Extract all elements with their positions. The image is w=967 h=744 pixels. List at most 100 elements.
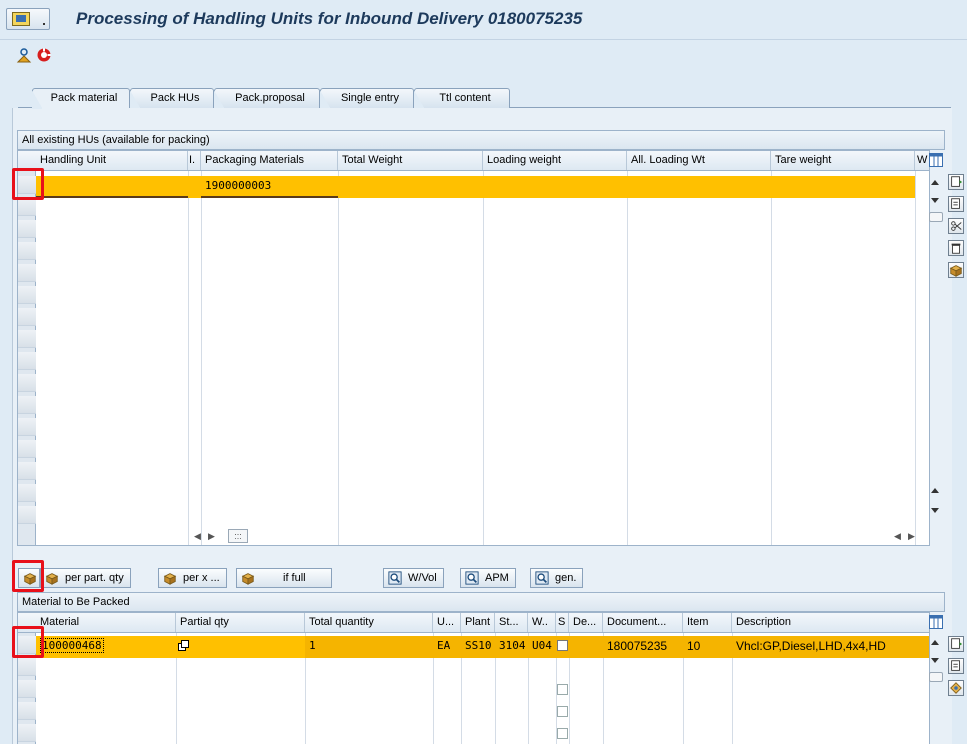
col-partial-qty[interactable]: Partial qty: [176, 613, 305, 632]
box-icon[interactable]: [948, 262, 964, 278]
row-selector[interactable]: [18, 286, 36, 304]
row-selector[interactable]: [18, 330, 36, 348]
column-settings-icon[interactable]: [929, 615, 943, 629]
scroll-left-icon[interactable]: ◀: [194, 531, 201, 542]
row-selector[interactable]: [18, 198, 36, 216]
col-loading-weight[interactable]: Loading weight: [483, 151, 627, 170]
row-selector[interactable]: [18, 418, 36, 436]
delete-icon[interactable]: [948, 240, 964, 256]
tab-pack-hus[interactable]: Pack HUs: [130, 88, 214, 109]
cell-i[interactable]: [188, 176, 201, 198]
scroll-thumb[interactable]: [929, 212, 943, 222]
row-selector[interactable]: [18, 220, 36, 238]
cell-s[interactable]: [556, 636, 569, 658]
row-selector[interactable]: [18, 462, 36, 480]
row-selector[interactable]: [18, 374, 36, 392]
tab-ttl-content[interactable]: Ttl content: [414, 88, 510, 109]
cell-loading-weight[interactable]: [483, 176, 627, 198]
row-selector[interactable]: [18, 242, 36, 260]
deselect-all-icon[interactable]: [948, 658, 964, 674]
scroll-up-icon[interactable]: [931, 488, 939, 493]
horizontal-scrollbar-right[interactable]: ◀ ▶: [894, 529, 924, 543]
checkbox[interactable]: [557, 640, 568, 651]
col-w[interactable]: W: [915, 151, 929, 170]
scroll-thumb[interactable]: :::: [228, 529, 248, 543]
person-icon[interactable]: [16, 47, 32, 63]
scroll-down-icon[interactable]: [931, 658, 939, 663]
col-document[interactable]: Document...: [603, 613, 683, 632]
row-selector[interactable]: [18, 352, 36, 370]
material-vertical-scrollbar[interactable]: [929, 636, 943, 696]
system-menu-button[interactable]: [6, 8, 50, 30]
col-unit[interactable]: U...: [433, 613, 461, 632]
find-wvol-button[interactable]: W/Vol: [383, 568, 444, 588]
checkbox[interactable]: [557, 706, 568, 717]
column-settings-icon[interactable]: [929, 153, 943, 167]
settings-icon[interactable]: [948, 680, 964, 696]
checkbox[interactable]: [557, 728, 568, 739]
find-apm-button[interactable]: APM: [460, 568, 516, 588]
col-tare-weight[interactable]: Tare weight: [771, 151, 915, 170]
scroll-thumb[interactable]: [929, 672, 943, 682]
row-selector[interactable]: [18, 440, 36, 458]
highlight-box: [12, 626, 44, 658]
cell-packaging-materials[interactable]: 1900000003: [201, 176, 338, 198]
row-selector[interactable]: [18, 724, 36, 742]
pack-per-part-qty-button[interactable]: per part. qty: [40, 568, 131, 588]
row-selector[interactable]: [18, 506, 36, 524]
col-total-quantity[interactable]: Total quantity: [305, 613, 433, 632]
horizontal-scrollbar[interactable]: ◀ ▶ :::: [194, 529, 254, 543]
hu-vertical-scrollbar[interactable]: [929, 176, 943, 546]
col-material[interactable]: Material: [36, 613, 176, 632]
find-gen-button[interactable]: gen.: [530, 568, 584, 588]
copy-icon[interactable]: [178, 640, 190, 652]
lifebuoy-icon[interactable]: [36, 47, 52, 63]
select-all-icon[interactable]: [948, 636, 964, 652]
cell-handling-unit[interactable]: [36, 176, 188, 198]
table-row[interactable]: 100000468 1 EA SS10 3104 U04 180075235 1…: [36, 636, 929, 658]
deselect-all-icon[interactable]: [948, 196, 964, 212]
select-all-icon[interactable]: [948, 174, 964, 190]
split-icon[interactable]: [948, 218, 964, 234]
col-description[interactable]: Description: [732, 613, 929, 632]
row-selector[interactable]: [18, 396, 36, 414]
scroll-down-icon[interactable]: [931, 508, 939, 513]
cell-total-weight[interactable]: [338, 176, 483, 198]
cell-unit: EA: [437, 639, 451, 652]
scroll-down-icon[interactable]: [931, 198, 939, 203]
row-selector[interactable]: [18, 702, 36, 720]
checkbox[interactable]: [557, 684, 568, 695]
pack-per-x-button[interactable]: per x ...: [158, 568, 227, 588]
col-plant[interactable]: Plant: [461, 613, 495, 632]
row-selector[interactable]: [18, 680, 36, 698]
cell-tare-weight[interactable]: [771, 176, 915, 198]
col-handling-unit[interactable]: Handling Unit: [36, 151, 188, 170]
cell-all-loading-wt[interactable]: [627, 176, 771, 198]
col-de[interactable]: De...: [569, 613, 603, 632]
cell-partial-qty[interactable]: [176, 636, 305, 658]
cell-material[interactable]: 100000468: [36, 636, 176, 658]
row-selector[interactable]: [18, 658, 36, 676]
row-selector[interactable]: [18, 264, 36, 282]
scroll-right-icon[interactable]: ▶: [208, 531, 215, 542]
tab-pack-material[interactable]: Pack material: [32, 88, 130, 109]
col-item[interactable]: Item: [683, 613, 732, 632]
col-total-weight[interactable]: Total Weight: [338, 151, 483, 170]
row-selector[interactable]: [18, 484, 36, 502]
material-value[interactable]: 100000468: [40, 638, 104, 653]
pack-if-full-button[interactable]: if full: [236, 568, 332, 588]
scroll-up-icon[interactable]: [931, 180, 939, 185]
tab-pack-proposal[interactable]: Pack.proposal: [214, 88, 320, 109]
col-packaging-materials[interactable]: Packaging Materials: [201, 151, 338, 170]
scroll-right-icon[interactable]: ▶: [908, 531, 915, 542]
col-all-loading-wt[interactable]: All. Loading Wt: [627, 151, 771, 170]
row-selector[interactable]: [18, 308, 36, 326]
table-row[interactable]: 1900000003: [36, 176, 915, 198]
col-i[interactable]: I.: [188, 151, 201, 170]
col-storage[interactable]: St...: [495, 613, 528, 632]
tab-single-entry[interactable]: Single entry: [320, 88, 414, 109]
col-wh[interactable]: W..: [528, 613, 556, 632]
scroll-left-icon[interactable]: ◀: [894, 531, 901, 542]
col-s[interactable]: S: [556, 613, 569, 632]
scroll-up-icon[interactable]: [931, 640, 939, 645]
